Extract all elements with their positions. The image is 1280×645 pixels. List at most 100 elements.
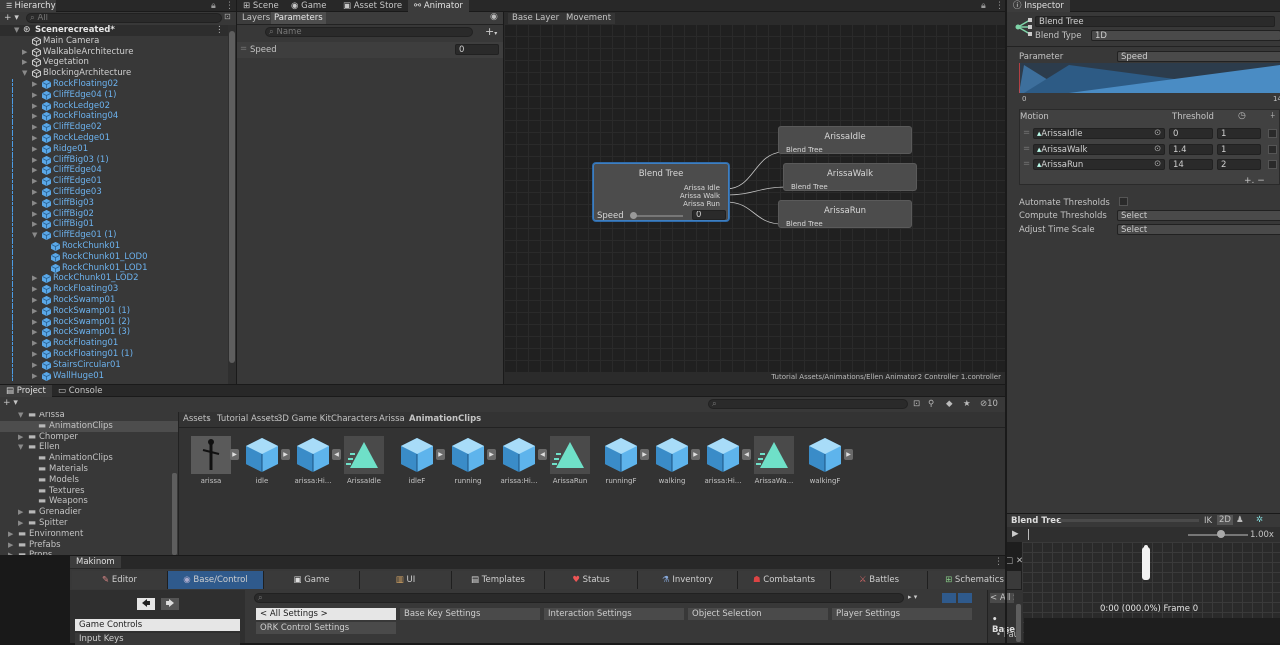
- hierarchy-item[interactable]: ▶ Vegetation: [0, 57, 228, 68]
- expand-arrow-icon[interactable]: ▶: [18, 432, 23, 443]
- expand-asset-arrow-icon[interactable]: ▶: [230, 449, 239, 460]
- kebab-menu-icon[interactable]: ⋮: [225, 0, 234, 12]
- project-folder-item[interactable]: ▶ ▬ Environment: [0, 529, 178, 540]
- blend-type-dropdown[interactable]: 1D: [1091, 30, 1280, 41]
- view-list-button[interactable]: [942, 593, 956, 603]
- hierarchy-item[interactable]: ▶ CliffBig03: [0, 197, 228, 209]
- tab-inspector[interactable]: ⓘ Inspector: [1007, 0, 1070, 12]
- project-folder-item[interactable]: ▬ AnimationClips: [0, 453, 178, 464]
- expand-arrow-icon[interactable]: ▶: [8, 540, 13, 551]
- motion-row[interactable]: = ▴ArissaRun ⊙ 14 2: [1020, 158, 1279, 171]
- expand-arrow-icon[interactable]: ▶: [32, 306, 37, 317]
- hierarchy-item[interactable]: RockChunk01: [0, 241, 228, 252]
- project-folder-item[interactable]: ▬ AnimationClips: [0, 420, 178, 432]
- drag-handle-icon[interactable]: =: [1023, 144, 1030, 154]
- horizontal-splitter[interactable]: [0, 384, 1005, 385]
- project-search-input[interactable]: ⌕: [708, 399, 908, 409]
- asset-figure[interactable]: [191, 436, 231, 474]
- project-folder-item[interactable]: ▼ ▬ Arissa: [0, 412, 178, 421]
- filter-type-icon[interactable]: ⚲: [928, 399, 934, 409]
- asset-cube[interactable]: [805, 436, 845, 474]
- expand-arrow-icon[interactable]: ▶: [32, 360, 37, 371]
- vertical-splitter-right[interactable]: [1005, 0, 1007, 643]
- mirror-checkbox[interactable]: [1268, 129, 1277, 138]
- project-folder-item[interactable]: ▬ Materials: [0, 464, 178, 475]
- compute-thresholds-dropdown[interactable]: Select: [1117, 210, 1280, 221]
- expand-arrow-icon[interactable]: ▶: [32, 317, 37, 328]
- expand-asset-arrow-icon[interactable]: ▶: [844, 449, 853, 460]
- asset-cube[interactable]: [499, 436, 539, 474]
- project-folder-item[interactable]: ▬ Models: [0, 475, 178, 486]
- hierarchy-item[interactable]: ▶ RockSwamp01 (2): [0, 316, 228, 328]
- hierarchy-item[interactable]: ▶ CliffEdge03: [0, 187, 228, 198]
- vertical-splitter-left[interactable]: [236, 0, 237, 384]
- makinom-tab-game[interactable]: ▣ Game: [264, 571, 360, 589]
- expand-arrow-icon[interactable]: ▶: [8, 550, 13, 555]
- drag-handle-icon[interactable]: =: [1023, 128, 1030, 138]
- hierarchy-item[interactable]: ▼ BlockingArchitecture: [0, 68, 228, 79]
- hierarchy-item[interactable]: ▶ RockLedge02: [0, 100, 228, 112]
- makinom-tab-base-control[interactable]: ◉ Base/Control: [168, 571, 264, 589]
- expand-asset-arrow-icon[interactable]: ◀: [742, 449, 751, 460]
- expand-arrow-icon[interactable]: ▶: [32, 144, 37, 155]
- expand-arrow-icon[interactable]: ▶: [32, 295, 37, 306]
- project-folder-item[interactable]: ▬ Weapons: [0, 496, 178, 507]
- hidden-packages-icon[interactable]: ⊘10: [980, 399, 998, 409]
- project-folder-item[interactable]: ▶ ▬Props: [0, 550, 178, 555]
- hierarchy-item[interactable]: ▶ RockFloating02: [0, 79, 228, 90]
- kebab-menu-icon[interactable]: ⋮: [994, 556, 1003, 568]
- expand-arrow-icon[interactable]: ▶: [32, 187, 37, 198]
- settings-player[interactable]: Player Settings: [832, 608, 972, 620]
- scene-menu-icon[interactable]: ⋮: [215, 25, 224, 36]
- add-remove-motion-buttons[interactable]: +. −: [1244, 176, 1265, 186]
- speed-slider-handle[interactable]: [630, 212, 637, 219]
- hierarchy-item[interactable]: ▶ WallHuge01: [0, 370, 228, 382]
- expand-arrow-icon[interactable]: ▶: [32, 155, 37, 166]
- hierarchy-item[interactable]: ▶ CliffEdge04: [0, 165, 228, 177]
- project-folder-item[interactable]: ▶ ▬ Prefabs: [0, 540, 178, 551]
- hierarchy-item[interactable]: ▶ CliffBig02: [0, 208, 228, 220]
- asset-anim[interactable]: [754, 436, 794, 474]
- makinom-tab-status[interactable]: ♥ Status: [545, 571, 638, 589]
- expand-arrow-icon[interactable]: ▶: [18, 518, 23, 529]
- project-folder-item[interactable]: ▼ ▬ Ellen: [0, 442, 178, 453]
- motion-row[interactable]: = ▴ArissaWalk ⊙ 1.4 1: [1020, 143, 1279, 156]
- expand-arrow-icon[interactable]: ▶: [32, 338, 37, 349]
- mirror-checkbox[interactable]: [1268, 144, 1277, 154]
- asset-cube[interactable]: [448, 436, 488, 474]
- kebab-menu-icon[interactable]: ⋮: [995, 0, 1004, 12]
- label-icon[interactable]: ◆: [946, 399, 953, 409]
- hierarchy-item[interactable]: ▶ RockFloating04: [0, 111, 228, 123]
- collapse-arrow-icon[interactable]: ▼: [22, 68, 27, 79]
- animator-graph[interactable]: Base Layer Movement Blend Tree Arissa Id…: [504, 12, 1005, 384]
- motion-node-arissa-run[interactable]: ArissaRun Blend Tree: [778, 200, 912, 228]
- tab-asset-store[interactable]: ▣ Asset Store: [337, 0, 408, 12]
- hierarchy-item[interactable]: ▶ Ridge01: [0, 143, 228, 155]
- expand-arrow-icon[interactable]: ▶: [32, 284, 37, 295]
- hierarchy-item[interactable]: ▶ RockFloating01: [0, 338, 228, 349]
- 2d-toggle[interactable]: 2D: [1217, 515, 1233, 525]
- collapse-arrow-icon[interactable]: ▼: [14, 25, 19, 36]
- expand-asset-arrow-icon[interactable]: ◀: [332, 449, 341, 460]
- makinom-tab-battles[interactable]: ⚔ Battles: [831, 571, 928, 589]
- parameter-search-input[interactable]: ⌕ Name: [265, 27, 473, 37]
- expand-arrow-icon[interactable]: ▶: [8, 529, 13, 540]
- collapse-arrow-icon[interactable]: ▼: [32, 230, 37, 241]
- expand-arrow-icon[interactable]: ▶: [18, 507, 23, 518]
- lock-icon[interactable]: 🔒︎: [981, 0, 986, 12]
- time-scale-field[interactable]: 1: [1217, 143, 1261, 155]
- adjust-time-scale-dropdown[interactable]: Select: [1117, 224, 1280, 235]
- hierarchy-item[interactable]: ▶ CliffEdge04 (1): [0, 89, 228, 101]
- asset-cube[interactable]: [242, 436, 282, 474]
- makinom-tab-inventory[interactable]: ⚗ Inventory: [638, 571, 738, 589]
- project-folder-item[interactable]: ▶ ▬ Grenadier: [0, 507, 178, 518]
- tab-game[interactable]: ◉ Game: [285, 0, 332, 12]
- drag-handle-icon[interactable]: =: [1023, 159, 1030, 169]
- expand-arrow-icon[interactable]: ▶: [32, 198, 37, 209]
- expand-arrow-icon[interactable]: ▶: [32, 90, 37, 101]
- settings-base-key[interactable]: Base Key Settings: [400, 608, 540, 620]
- makinom-tab-templates[interactable]: ▤ Templates: [452, 571, 545, 589]
- expand-arrow-icon[interactable]: ▶: [32, 111, 37, 122]
- makinom-tab-schematics[interactable]: ⊞ Schematics: [928, 571, 1022, 589]
- timeline-cursor[interactable]: [1028, 529, 1029, 540]
